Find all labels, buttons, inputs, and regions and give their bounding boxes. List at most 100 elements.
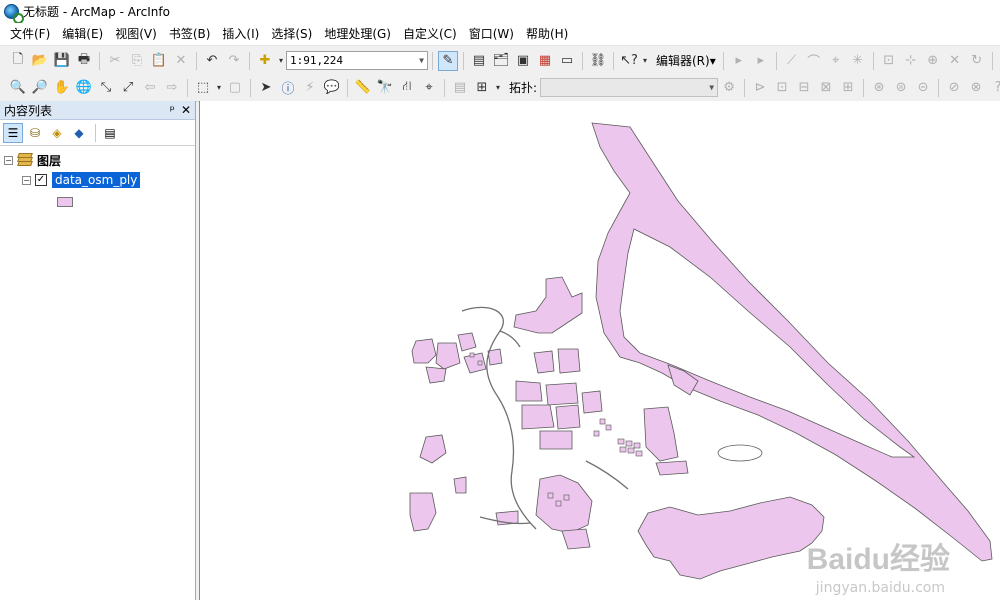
menu-file[interactable]: 文件(F)	[4, 23, 56, 45]
undo-icon[interactable]: ↶	[202, 51, 222, 71]
save-icon[interactable]: 💾	[52, 51, 72, 71]
identify-icon[interactable]: ⓘ	[278, 78, 298, 98]
menu-geoprocessing[interactable]: 地理处理(G)	[318, 23, 397, 45]
straight-segment-icon[interactable]: ⟋	[782, 51, 802, 71]
go-to-xy-icon[interactable]: ⌖	[419, 78, 439, 98]
menu-edit[interactable]: 编辑(E)	[56, 23, 109, 45]
parcel-polygon[interactable]	[539, 430, 573, 450]
search-window-icon[interactable]: ▣	[513, 51, 533, 71]
forward-extent-icon[interactable]: ⇨	[162, 78, 182, 98]
show-shared-features-icon[interactable]: ⊡	[772, 78, 792, 98]
polygon-symbol-swatch[interactable]	[57, 197, 73, 207]
new-document-icon[interactable]: 🗋	[8, 51, 28, 71]
menu-insert[interactable]: 插入(I)	[216, 23, 265, 45]
catalog-window-icon[interactable]: 🗂	[491, 51, 511, 71]
arctoolbox-icon[interactable]: ▦	[535, 51, 555, 71]
list-by-selection-icon[interactable]: ◆	[69, 123, 89, 143]
find-icon[interactable]: 🔭	[375, 78, 395, 98]
toolbar-options-icon[interactable]: ▾	[494, 78, 502, 98]
full-extent-icon[interactable]: 🌐	[74, 78, 94, 98]
topology-edit-icon[interactable]: ⊳	[750, 78, 770, 98]
html-popup-icon[interactable]: 💬	[322, 78, 342, 98]
parcel-polygon[interactable]	[643, 406, 679, 462]
find-route-icon[interactable]: ⛙	[397, 78, 417, 98]
parcel-polygon[interactable]	[487, 348, 503, 366]
validate-extent-icon[interactable]: ⊝	[913, 78, 933, 98]
time-slider-icon[interactable]: ▤	[450, 78, 470, 98]
layer-row[interactable]: − ✓ data_osm_ply	[4, 170, 195, 190]
layers-group-row[interactable]: − 图层	[4, 150, 195, 170]
reshape-icon[interactable]: ⊹	[901, 51, 921, 71]
layer-name[interactable]: data_osm_ply	[52, 172, 141, 188]
parcel-polygon[interactable]	[457, 332, 477, 352]
redo-icon[interactable]: ↷	[224, 51, 244, 71]
select-elements-icon[interactable]: ➤	[256, 78, 276, 98]
hyperlink-icon[interactable]: ⚡	[300, 78, 320, 98]
measure-icon[interactable]: 📏	[353, 78, 373, 98]
parcel-polygon[interactable]	[555, 404, 581, 430]
parcel-polygon[interactable]	[637, 496, 825, 580]
parcel-polygon[interactable]	[521, 404, 555, 430]
create-viewer-window-icon[interactable]: ⊞	[472, 78, 492, 98]
topology-help-icon[interactable]: ?	[988, 78, 1000, 98]
add-data-icon[interactable]: ✚	[255, 51, 275, 71]
map-topology-icon[interactable]: ⚙	[719, 78, 739, 98]
map-display[interactable]: Baidu经验 jingyan.baidu.com	[199, 101, 1000, 600]
select-features-icon[interactable]: ⬚	[193, 78, 213, 98]
modelbuilder-icon[interactable]: ⛓	[588, 51, 608, 71]
select-features-dropdown-icon[interactable]: ▾	[215, 78, 223, 98]
delete-icon[interactable]: ✕	[171, 51, 191, 71]
end-point-arc-icon[interactable]: ⌒	[804, 51, 824, 71]
fixed-zoom-in-icon[interactable]: ⤡	[96, 78, 116, 98]
parcel-polygon[interactable]	[463, 352, 487, 374]
parcel-polygon[interactable]	[581, 390, 603, 414]
split-icon[interactable]: ✕	[945, 51, 965, 71]
pin-icon[interactable]: ᵖ	[170, 103, 175, 117]
whats-this-icon[interactable]: ↖?	[619, 51, 639, 71]
layer-visibility-checkbox[interactable]: ✓	[35, 174, 47, 186]
parcel-polygon[interactable]	[535, 474, 593, 534]
back-extent-icon[interactable]: ⇦	[140, 78, 160, 98]
print-icon[interactable]: 🖶	[74, 51, 94, 71]
menu-customize[interactable]: 自定义(C)	[397, 23, 463, 45]
validate-topology-icon[interactable]: ⊜	[891, 78, 911, 98]
collapse-icon[interactable]: −	[22, 175, 31, 185]
editor-menu-button[interactable]: 编辑器(R)▾	[653, 52, 719, 69]
pan-hand-icon[interactable]: ✋	[52, 78, 72, 98]
menu-bookmarks[interactable]: 书签(B)	[163, 23, 217, 45]
error-inspector-icon[interactable]: ⊗	[966, 78, 986, 98]
add-data-dropdown-icon[interactable]: ▾	[277, 51, 285, 71]
topology-combobox[interactable]: ▼	[540, 78, 719, 97]
rotate-icon[interactable]: ↻	[967, 51, 987, 71]
map-scale-combobox[interactable]: 1:91,224 ▼	[286, 51, 428, 70]
parcel-polygon[interactable]	[411, 338, 437, 364]
menu-help[interactable]: 帮助(H)	[520, 23, 574, 45]
list-by-source-icon[interactable]: ⛁	[25, 123, 45, 143]
fix-topology-error-icon[interactable]: ⊘	[944, 78, 964, 98]
parcel-polygon[interactable]	[515, 380, 543, 402]
construct-features-icon[interactable]: ⊛	[869, 78, 889, 98]
point-icon[interactable]: ✳	[848, 51, 868, 71]
edit-annotation-icon[interactable]: ▸	[751, 51, 771, 71]
list-by-drawing-order-icon[interactable]: ☰	[3, 122, 23, 143]
zoom-out-icon[interactable]: 🔎	[30, 78, 50, 98]
clear-selection-icon[interactable]: ▢	[225, 78, 245, 98]
parcel-polygon[interactable]	[513, 276, 583, 334]
parcel-polygon[interactable]	[453, 476, 467, 494]
list-by-visibility-icon[interactable]: ◈	[47, 123, 67, 143]
parcel-polygon[interactable]	[561, 528, 591, 550]
trace-icon[interactable]: ⌖	[826, 51, 846, 71]
map-canvas[interactable]	[200, 101, 1000, 600]
parcel-polygon[interactable]	[409, 492, 437, 532]
reshape-edge-icon[interactable]: ⊠	[816, 78, 836, 98]
editor-toolbar-icon[interactable]: ✎	[438, 50, 458, 71]
collapse-icon[interactable]: −	[4, 155, 13, 165]
close-icon[interactable]: ✕	[181, 103, 191, 117]
parcel-polygon[interactable]	[557, 348, 581, 374]
parcel-polygon[interactable]	[655, 460, 689, 476]
toc-options-icon[interactable]: ▤	[100, 123, 120, 143]
menu-selection[interactable]: 选择(S)	[265, 23, 318, 45]
edit-tool-icon[interactable]: ▸	[729, 51, 749, 71]
menu-view[interactable]: 视图(V)	[109, 23, 163, 45]
parcel-polygon[interactable]	[425, 366, 447, 384]
